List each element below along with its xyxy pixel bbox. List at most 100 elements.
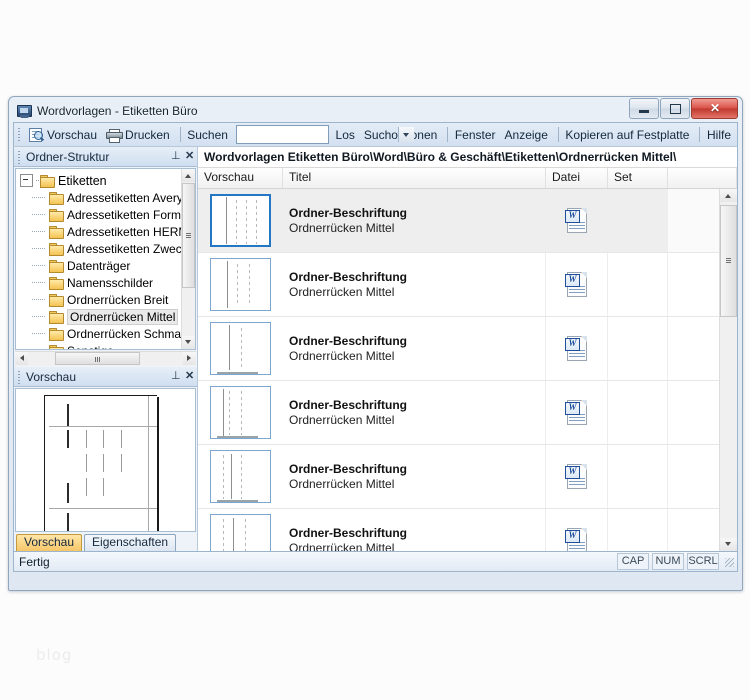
tree-horizontal-scrollbar[interactable] xyxy=(15,351,196,366)
panel-grip[interactable] xyxy=(16,150,23,165)
close-icon[interactable]: ✕ xyxy=(182,369,197,384)
tab-vorschau[interactable]: Vorschau xyxy=(16,534,83,551)
row-file-cell: W xyxy=(546,253,608,316)
tree-item-adressetiketten-avery[interactable]: Adressetiketten Avery xyxy=(20,189,182,206)
toolbar-search-label[interactable]: Suchen xyxy=(184,127,234,143)
toolbar-item-fenster[interactable]: Fenster xyxy=(452,127,502,143)
scroll-down-icon[interactable] xyxy=(720,538,737,551)
tree-item-adressetiketten-formt[interactable]: Adressetiketten Formt xyxy=(20,206,182,223)
tree-item-label: Sonstige xyxy=(67,344,114,350)
panel-grip[interactable] xyxy=(16,370,23,385)
tree-item-adressetiketten-zweck[interactable]: Adressetiketten Zweck xyxy=(20,240,182,257)
toolbar-preview-button[interactable]: Vorschau xyxy=(26,127,103,143)
minimize-button[interactable] xyxy=(629,98,659,119)
close-icon: ✕ xyxy=(710,101,721,115)
row-thumbnail-cell xyxy=(198,317,283,380)
row-set-cell xyxy=(608,317,668,380)
row-thumbnail-cell xyxy=(198,253,283,316)
monitor-icon xyxy=(16,104,32,118)
tree-item-label: Datenträger xyxy=(67,258,131,273)
tree-connector xyxy=(32,209,49,220)
toolbar-item-kopieren-auf-festplatte[interactable]: Kopieren auf Festplatte xyxy=(562,127,695,143)
search-input[interactable] xyxy=(236,127,398,142)
row-file-cell: W xyxy=(546,445,608,508)
folder-icon xyxy=(49,327,64,341)
row-title: Ordner-Beschriftung xyxy=(289,461,408,476)
folder-structure-title: Ordner-Struktur xyxy=(26,149,110,164)
tree-item-label: Ordnerrücken Schmal xyxy=(67,326,182,341)
toolbar-item-hilfe[interactable]: Hilfe xyxy=(704,127,737,143)
client-area: Ordner-Struktur ⊥ ✕ Etiketten Adressetik… xyxy=(13,146,738,552)
tree-item-adressetiketten-herm[interactable]: Adressetiketten HERM xyxy=(20,223,182,240)
word-document-icon: W xyxy=(565,464,588,489)
close-icon[interactable]: ✕ xyxy=(182,149,197,164)
list-vertical-scrollbar[interactable] xyxy=(719,189,737,551)
document-thumbnail xyxy=(210,386,271,439)
tree-item-etiketten[interactable]: Etiketten xyxy=(20,172,182,189)
table-row[interactable]: Ordner-Beschriftung Ordnerrücken Mittel … xyxy=(198,445,719,509)
status-badge-num: NUM xyxy=(652,553,684,570)
table-row[interactable]: Ordner-Beschriftung Ordnerrücken Mittel … xyxy=(198,317,719,381)
pin-icon[interactable]: ⊥ xyxy=(167,369,182,384)
table-row[interactable]: Ordner-Beschriftung Ordnerrücken Mittel … xyxy=(198,509,719,551)
tree-item-ordnerruecken-breit[interactable]: Ordnerrücken Breit xyxy=(20,291,182,308)
row-empty-cell xyxy=(668,381,719,444)
tree-item-label: Adressetiketten Avery xyxy=(67,190,182,205)
preview-canvas[interactable] xyxy=(15,388,196,532)
row-subtitle: Ordnerrücken Mittel xyxy=(289,348,395,363)
table-row[interactable]: Ordner-Beschriftung Ordnerrücken Mittel … xyxy=(198,253,719,317)
tree-item-label: Ordnerrücken Mittel xyxy=(67,308,179,325)
toolbar-print-button[interactable]: Drucken xyxy=(103,127,176,143)
window-title: Wordvorlagen - Etiketten Büro xyxy=(37,104,198,118)
tree-connector xyxy=(32,243,49,254)
close-button[interactable]: ✕ xyxy=(691,98,738,119)
folder-tree-content: Etiketten Adressetiketten Avery Adresset… xyxy=(16,169,182,349)
scroll-thumb[interactable] xyxy=(182,183,195,288)
tree-item-datentraeger[interactable]: Datenträger xyxy=(20,257,182,274)
scroll-thumb[interactable] xyxy=(720,205,737,317)
pin-icon[interactable]: ⊥ xyxy=(167,149,182,164)
scroll-left-icon[interactable] xyxy=(15,352,28,365)
tree-connector xyxy=(32,277,49,288)
column-header-datei[interactable]: Datei xyxy=(546,168,608,188)
column-header-set[interactable]: Set xyxy=(608,168,668,188)
column-header-empty[interactable] xyxy=(668,168,737,188)
maximize-button[interactable] xyxy=(660,98,690,119)
tree-item-namensschilder[interactable]: Namensschilder xyxy=(20,274,182,291)
tree-item-sonstige[interactable]: Sonstige xyxy=(20,342,182,349)
tab-eigenschaften[interactable]: Eigenschaften xyxy=(84,534,177,551)
tree-item-ordnerruecken-mittel[interactable]: Ordnerrücken Mittel xyxy=(20,308,182,325)
status-text: Fertig xyxy=(19,554,50,569)
table-row[interactable]: Ordner-Beschriftung Ordnerrücken Mittel … xyxy=(198,189,719,253)
toolbar-grip[interactable] xyxy=(16,127,23,143)
column-header-vorschau[interactable]: Vorschau xyxy=(198,168,283,188)
chevron-down-icon[interactable] xyxy=(397,127,414,142)
scroll-down-icon[interactable] xyxy=(182,336,195,349)
row-title: Ordner-Beschriftung xyxy=(289,525,408,540)
folder-tree[interactable]: Etiketten Adressetiketten Avery Adresset… xyxy=(15,168,196,350)
word-document-icon: W xyxy=(565,208,588,233)
status-badge-scrl: SCRL xyxy=(687,553,719,570)
resize-grip-icon[interactable] xyxy=(722,555,735,568)
search-combobox[interactable] xyxy=(235,125,414,144)
main-toolbar: Vorschau Drucken Suchen Los Suchoptione xyxy=(13,122,738,146)
row-file-cell: W xyxy=(546,509,608,551)
column-header-titel[interactable]: Titel xyxy=(283,168,546,188)
toolbar-item-anzeige[interactable]: Anzeige xyxy=(502,127,554,143)
table-row[interactable]: Ordner-Beschriftung Ordnerrücken Mittel … xyxy=(198,381,719,445)
collapse-icon[interactable] xyxy=(20,174,33,187)
scroll-right-icon[interactable] xyxy=(183,352,196,365)
tree-item-ordnerruecken-schmal[interactable]: Ordnerrücken Schmal xyxy=(20,325,182,342)
tree-vertical-scrollbar[interactable] xyxy=(181,169,195,349)
row-title: Ordner-Beschriftung xyxy=(289,269,408,284)
file-list-area: Ordner-Beschriftung Ordnerrücken Mittel … xyxy=(198,189,737,551)
column-header-row: Vorschau Titel Datei Set xyxy=(198,168,737,189)
folder-icon xyxy=(49,276,64,290)
scroll-up-icon[interactable] xyxy=(182,169,195,182)
tree-connector xyxy=(32,345,49,349)
tree-item-label: Ordnerrücken Breit xyxy=(67,292,169,307)
scroll-up-icon[interactable] xyxy=(720,189,737,202)
scroll-thumb-horizontal[interactable] xyxy=(55,352,140,365)
folder-icon xyxy=(40,174,55,188)
row-set-cell xyxy=(608,381,668,444)
